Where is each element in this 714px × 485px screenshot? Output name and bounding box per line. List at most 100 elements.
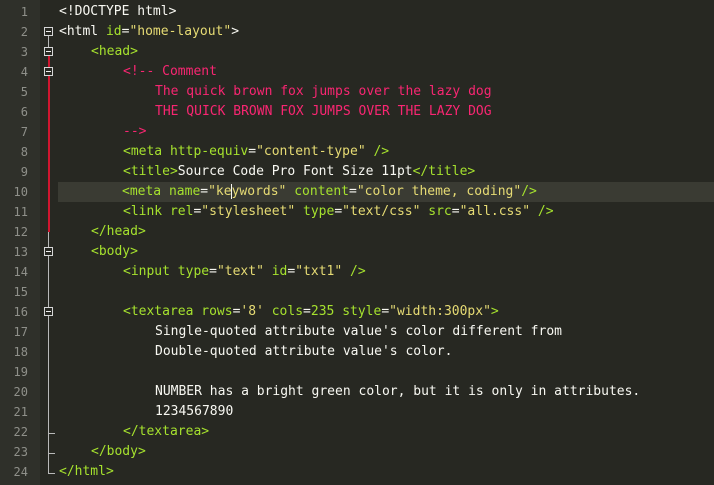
code-token: </body> <box>91 444 146 459</box>
code-token: rows <box>201 304 233 319</box>
code-line[interactable]: </textarea> <box>59 422 714 442</box>
code-token: "ke <box>208 184 232 199</box>
code-token: content <box>294 184 350 199</box>
line-number: 15 <box>13 285 28 299</box>
code-token: <link <box>123 204 170 219</box>
line-number: 22 <box>13 425 28 439</box>
code-line[interactable]: <meta http-equiv="content-type" /> <box>59 142 714 162</box>
code-line[interactable]: </body> <box>59 442 714 462</box>
fold-toggle-icon[interactable] <box>44 27 53 36</box>
active-fold-guide <box>48 76 50 232</box>
code-line[interactable]: THE QUICK BROWN FOX JUMPS OVER THE LAZY … <box>59 102 714 122</box>
fold-toggle-icon[interactable] <box>44 247 53 256</box>
code-line[interactable]: <textarea rows='8' cols=235 style="width… <box>59 302 714 322</box>
code-token: "width:300px" <box>389 304 491 319</box>
code-token: </head> <box>91 224 146 239</box>
line-number: 24 <box>13 465 28 479</box>
code-token: </html> <box>59 464 114 479</box>
code-token: /> <box>365 144 390 159</box>
line-number: 11 <box>13 205 28 219</box>
code-token: "color theme, coding" <box>356 184 522 199</box>
line-number: 4 <box>20 65 28 79</box>
code-token: = <box>209 264 217 279</box>
code-token: type <box>303 204 335 219</box>
fold-guide <box>48 316 49 473</box>
code-token: <!DOCTYPE html> <box>59 4 177 19</box>
code-token: Double-quoted attribute value's color. <box>155 344 453 359</box>
code-token: = <box>451 204 460 219</box>
line-number: 21 <box>13 405 28 419</box>
code-token: = <box>200 184 209 199</box>
code-line[interactable]: 1234567890 <box>59 402 714 422</box>
code-token: /> <box>530 204 554 219</box>
line-number: 5 <box>20 85 28 99</box>
code-token: id <box>271 264 288 279</box>
code-token: "content-type" <box>256 144 366 159</box>
line-number: 13 <box>13 245 28 259</box>
code-token: NUMBER has a bright green color, but it … <box>155 384 641 399</box>
fold-guide <box>48 36 49 47</box>
code-token: </textarea> <box>123 424 210 439</box>
code-token: Source Code Pro Font Size 11pt <box>177 164 413 179</box>
code-token: 235 <box>310 304 335 319</box>
code-token: --> <box>123 124 147 139</box>
line-number: 3 <box>20 45 28 59</box>
code-token: <html <box>59 24 106 39</box>
line-number-gutter: 1 2 3 4 5 6 7 8 9 10 11 12 13 14 15 16 17 18 19 20 21 22 23 24 <box>0 0 40 485</box>
code-line[interactable]: <meta name="keywords" content="color the… <box>58 182 714 202</box>
code-line[interactable]: </html> <box>59 462 714 482</box>
code-line[interactable]: <title>Source Code Pro Font Size 11pt</t… <box>59 162 714 182</box>
code-token: <body> <box>91 244 138 259</box>
code-line[interactable]: Single-quoted attribute value's color di… <box>59 322 714 342</box>
code-line[interactable]: <body> <box>59 242 714 262</box>
code-token: rel <box>169 204 194 219</box>
code-token: Single-quoted attribute value's color di… <box>155 324 562 339</box>
line-number: 12 <box>13 225 28 239</box>
code-line[interactable]: <head> <box>59 42 714 62</box>
code-token: = <box>303 304 311 319</box>
code-line[interactable]: <!-- Comment <box>59 62 714 82</box>
line-number: 9 <box>20 165 28 179</box>
fold-end-marker <box>48 453 55 454</box>
code-line[interactable]: Double-quoted attribute value's color. <box>59 342 714 362</box>
code-token: <head> <box>91 44 138 59</box>
code-editor[interactable]: 1 2 3 4 5 6 7 8 9 10 11 12 13 14 15 16 17 18 19 20 21 22 23 24 … <box>0 0 714 485</box>
code-token: = <box>381 304 390 319</box>
code-token: '8' <box>240 304 264 319</box>
code-line[interactable]: </head> <box>59 222 714 242</box>
code-token: ywords" <box>231 184 287 199</box>
code-token: = <box>349 184 357 199</box>
code-token: THE QUICK BROWN FOX JUMPS OVER THE LAZY … <box>155 104 492 119</box>
code-line[interactable]: <link rel="stylesheet" type="text/css" s… <box>59 202 714 222</box>
active-fold-guide <box>48 56 50 67</box>
code-token: cols <box>271 304 304 319</box>
code-line[interactable] <box>59 362 714 382</box>
fold-toggle-icon[interactable] <box>44 47 53 56</box>
line-number: 16 <box>13 305 28 319</box>
fold-end-marker <box>48 473 55 474</box>
line-number: 18 <box>13 345 28 359</box>
code-line[interactable]: <!DOCTYPE html> <box>59 2 714 22</box>
code-token: name <box>168 184 201 199</box>
fold-toggle-icon[interactable] <box>44 67 53 76</box>
code-line[interactable]: <input type="text" id="txt1" /> <box>59 262 714 282</box>
line-number: 7 <box>20 125 28 139</box>
line-number: 6 <box>20 105 28 119</box>
code-line[interactable]: NUMBER has a bright green color, but it … <box>59 382 714 402</box>
code-line[interactable]: The quick brown fox jumps over the lazy … <box>59 82 714 102</box>
fold-toggle-icon[interactable] <box>44 307 53 316</box>
code-token: /> <box>342 264 366 279</box>
fold-guide <box>48 256 49 307</box>
code-line[interactable]: <html id="home-layout"> <box>59 22 714 42</box>
code-line[interactable] <box>59 282 714 302</box>
code-token: = <box>334 204 343 219</box>
fold-end-marker <box>48 433 55 434</box>
code-token: The quick brown fox jumps over the lazy … <box>155 84 492 99</box>
code-line[interactable]: --> <box>59 122 714 142</box>
code-token: <meta <box>122 184 169 199</box>
code-token: "stylesheet" <box>201 204 296 219</box>
code-token: <input <box>123 264 178 279</box>
